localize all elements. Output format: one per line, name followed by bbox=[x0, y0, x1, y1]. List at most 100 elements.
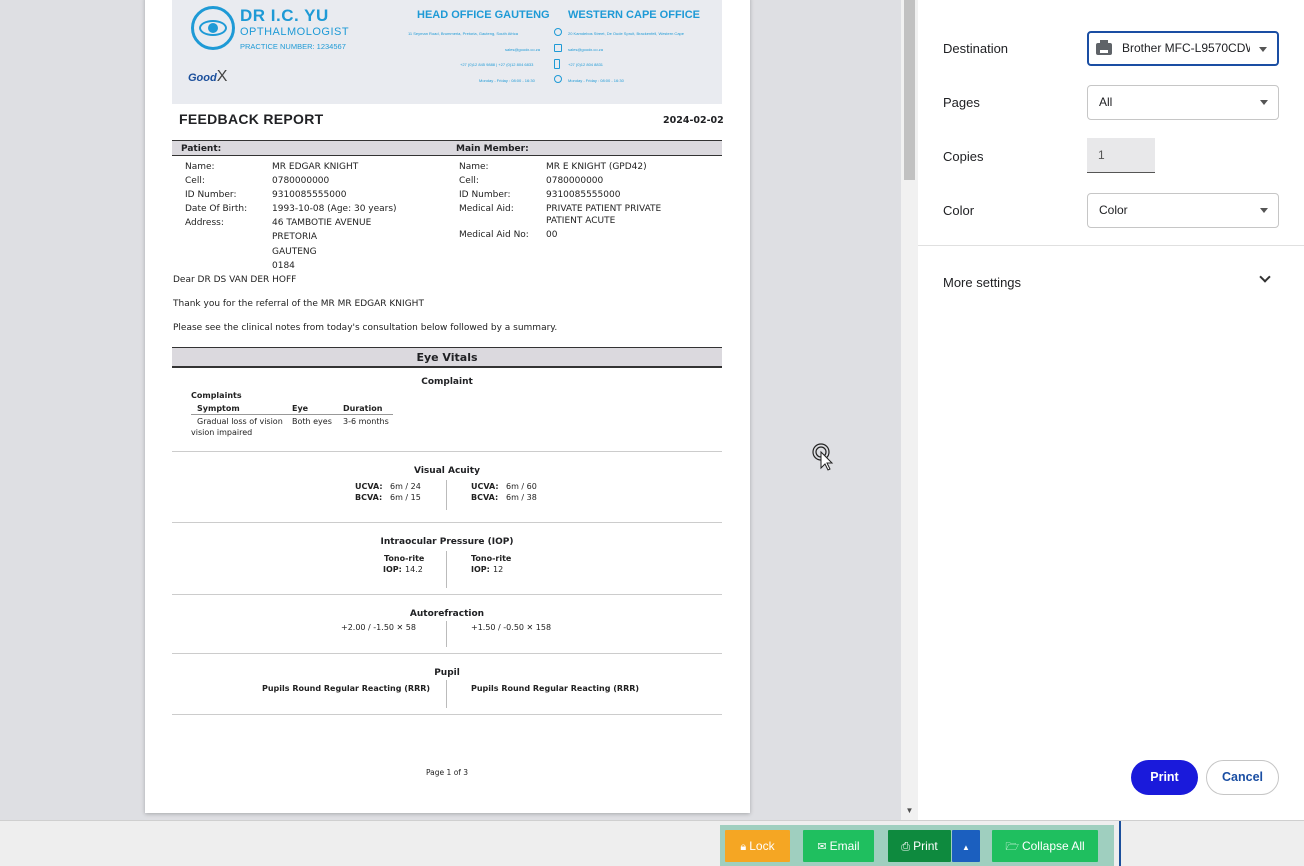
patient-member-header: Patient: Main Member: bbox=[172, 140, 722, 156]
caret-up-icon: ▲ bbox=[962, 843, 970, 852]
complaints-subtitle: Complaints bbox=[191, 391, 242, 400]
patient-name-label: Name: bbox=[185, 162, 215, 172]
scroll-thumb[interactable] bbox=[904, 0, 915, 180]
col-symptom: Symptom bbox=[197, 404, 240, 413]
symptom-1: Gradual loss of vision bbox=[197, 417, 283, 426]
patient-address-1: 46 TAMBOTIE AVENUE bbox=[272, 218, 372, 228]
member-id: 9310085555000 bbox=[546, 190, 621, 200]
member-cell-label: Cell: bbox=[459, 176, 479, 186]
divider bbox=[1119, 821, 1121, 866]
print-preview-area: DR I.C. YU OPTHALMOLOGIST PRACTICE NUMBE… bbox=[0, 0, 918, 820]
member-aid-1: PRIVATE PATIENT PRIVATE bbox=[546, 204, 662, 214]
left-bcva-label: BCVA: bbox=[355, 493, 383, 502]
right-iop-method: Tono-rite bbox=[471, 554, 512, 563]
left-iop-label: IOP: bbox=[383, 565, 402, 574]
report-date: 2024-02-02 bbox=[663, 115, 724, 126]
member-name-label: Name: bbox=[459, 162, 489, 172]
patient-address-label: Address: bbox=[185, 218, 224, 228]
destination-select[interactable]: Brother MFC-L9570CDW bbox=[1087, 31, 1279, 66]
bottom-toolbar: 🔒︎ Lock ✉ Email ⎙ Print ▲ 🗁 Collapse All bbox=[0, 820, 1304, 866]
member-aid-no-label: Medical Aid No: bbox=[459, 230, 529, 240]
right-ucva: 6m / 60 bbox=[506, 482, 537, 491]
preview-scrollbar[interactable]: ▼ bbox=[901, 0, 918, 820]
chevron-down-icon bbox=[1260, 100, 1268, 105]
pages-value: All bbox=[1099, 95, 1113, 109]
lock-label: Lock bbox=[749, 839, 775, 853]
color-select[interactable]: Color bbox=[1087, 193, 1279, 228]
right-bcva-label: BCVA: bbox=[471, 493, 499, 502]
cancel-button[interactable]: Cancel bbox=[1206, 760, 1279, 795]
col-duration: Duration bbox=[343, 404, 383, 413]
office-2-title: WESTERN CAPE OFFICE bbox=[568, 9, 701, 21]
email-label: Email bbox=[829, 839, 860, 853]
print-button[interactable]: Print bbox=[1131, 760, 1198, 795]
patient-id: 9310085555000 bbox=[272, 190, 347, 200]
print-label: Print bbox=[913, 839, 938, 853]
right-iop-label: IOP: bbox=[471, 565, 490, 574]
office-1-phone: +27 (0)12 845 9888 | +27 (0)12 804 6833 bbox=[460, 62, 534, 67]
color-value: Color bbox=[1099, 203, 1128, 217]
location-icon bbox=[554, 28, 562, 36]
copies-label: Copies bbox=[943, 149, 984, 164]
phone-icon bbox=[554, 59, 560, 69]
left-ucva: 6m / 24 bbox=[390, 482, 421, 491]
left-iop-value: 14.2 bbox=[405, 565, 423, 574]
right-pupil: Pupils Round Regular Reacting (RRR) bbox=[471, 684, 640, 693]
thanks-line: Thank you for the referral of the MR MR … bbox=[173, 299, 424, 309]
patient-dob-label: Date Of Birth: bbox=[185, 204, 248, 214]
divider bbox=[446, 621, 447, 647]
print-toolbar-button[interactable]: ⎙ Print bbox=[888, 830, 951, 862]
chevron-down-icon bbox=[1259, 47, 1267, 52]
office-1-address: 11 Seyman Road, Brummeria, Pretoria, Gau… bbox=[408, 31, 518, 36]
salutation: Dear DR DS VAN DER HOFF bbox=[173, 275, 297, 285]
intro-line: Please see the clinical notes from today… bbox=[173, 323, 558, 333]
patient-cell-label: Cell: bbox=[185, 176, 205, 186]
print-dropdown-button[interactable]: ▲ bbox=[952, 830, 980, 862]
copies-input[interactable]: 1 bbox=[1087, 138, 1155, 173]
divider bbox=[446, 551, 447, 588]
email-button[interactable]: ✉ Email bbox=[803, 830, 874, 862]
divider bbox=[918, 245, 1304, 246]
left-pupil: Pupils Round Regular Reacting (RRR) bbox=[262, 684, 431, 693]
member-cell: 0780000000 bbox=[546, 176, 604, 186]
member-aid-2: PATIENT ACUTE bbox=[546, 216, 616, 226]
destination-label: Destination bbox=[943, 41, 1009, 56]
color-label: Color bbox=[943, 203, 975, 218]
preview-page: DR I.C. YU OPTHALMOLOGIST PRACTICE NUMBE… bbox=[145, 0, 750, 813]
symptom-2: vision impaired bbox=[191, 428, 253, 437]
member-aid-label: Medical Aid: bbox=[459, 204, 514, 214]
left-iop-method: Tono-rite bbox=[384, 554, 425, 563]
patient-header: Patient: bbox=[181, 144, 222, 154]
patient-cell: 0780000000 bbox=[272, 176, 330, 186]
mail-icon bbox=[554, 44, 562, 52]
right-bcva: 6m / 38 bbox=[506, 493, 537, 502]
office-2-address: 20 Kamdebos Street, De Oude Spruit, Brac… bbox=[568, 31, 684, 36]
divider bbox=[172, 451, 722, 452]
office-1-hours: Monday - Friday : 08:00 - 16:30 bbox=[479, 78, 535, 83]
more-settings-toggle[interactable]: More settings bbox=[943, 275, 1283, 290]
divider bbox=[172, 522, 722, 523]
divider bbox=[172, 594, 722, 595]
complaint-eye: Both eyes bbox=[292, 417, 332, 426]
patient-address-3: GAUTENG bbox=[272, 247, 317, 257]
col-eye: Eye bbox=[292, 404, 309, 413]
lock-button[interactable]: 🔒︎ Lock bbox=[725, 830, 790, 862]
collapse-all-button[interactable]: 🗁 Collapse All bbox=[992, 830, 1098, 862]
iop-title: Intraocular Pressure (IOP) bbox=[380, 537, 514, 547]
hand-cursor-icon bbox=[812, 443, 834, 471]
office-2-hours: Monday - Friday : 08:00 - 16:30 bbox=[568, 78, 624, 83]
page-footer: Page 1 of 3 bbox=[426, 768, 469, 777]
clock-icon bbox=[554, 75, 562, 83]
destination-value: Brother MFC-L9570CDW bbox=[1122, 41, 1250, 55]
member-aid-no: 00 bbox=[546, 230, 558, 240]
chevron-down-icon bbox=[1260, 208, 1268, 213]
pages-select[interactable]: All bbox=[1087, 85, 1279, 120]
scroll-down-arrow-icon[interactable]: ▼ bbox=[904, 806, 915, 818]
complaint-duration: 3-6 months bbox=[343, 417, 389, 426]
report-title: FEEDBACK REPORT bbox=[179, 111, 324, 127]
practice-number: PRACTICE NUMBER: 1234567 bbox=[240, 42, 346, 51]
office-2-email: sales@goodx.co.za bbox=[568, 47, 603, 52]
office-1-email: sales@goodx.co.za bbox=[505, 47, 540, 52]
pupil-title: Pupil bbox=[434, 668, 460, 678]
doctor-name: DR I.C. YU bbox=[240, 6, 329, 25]
